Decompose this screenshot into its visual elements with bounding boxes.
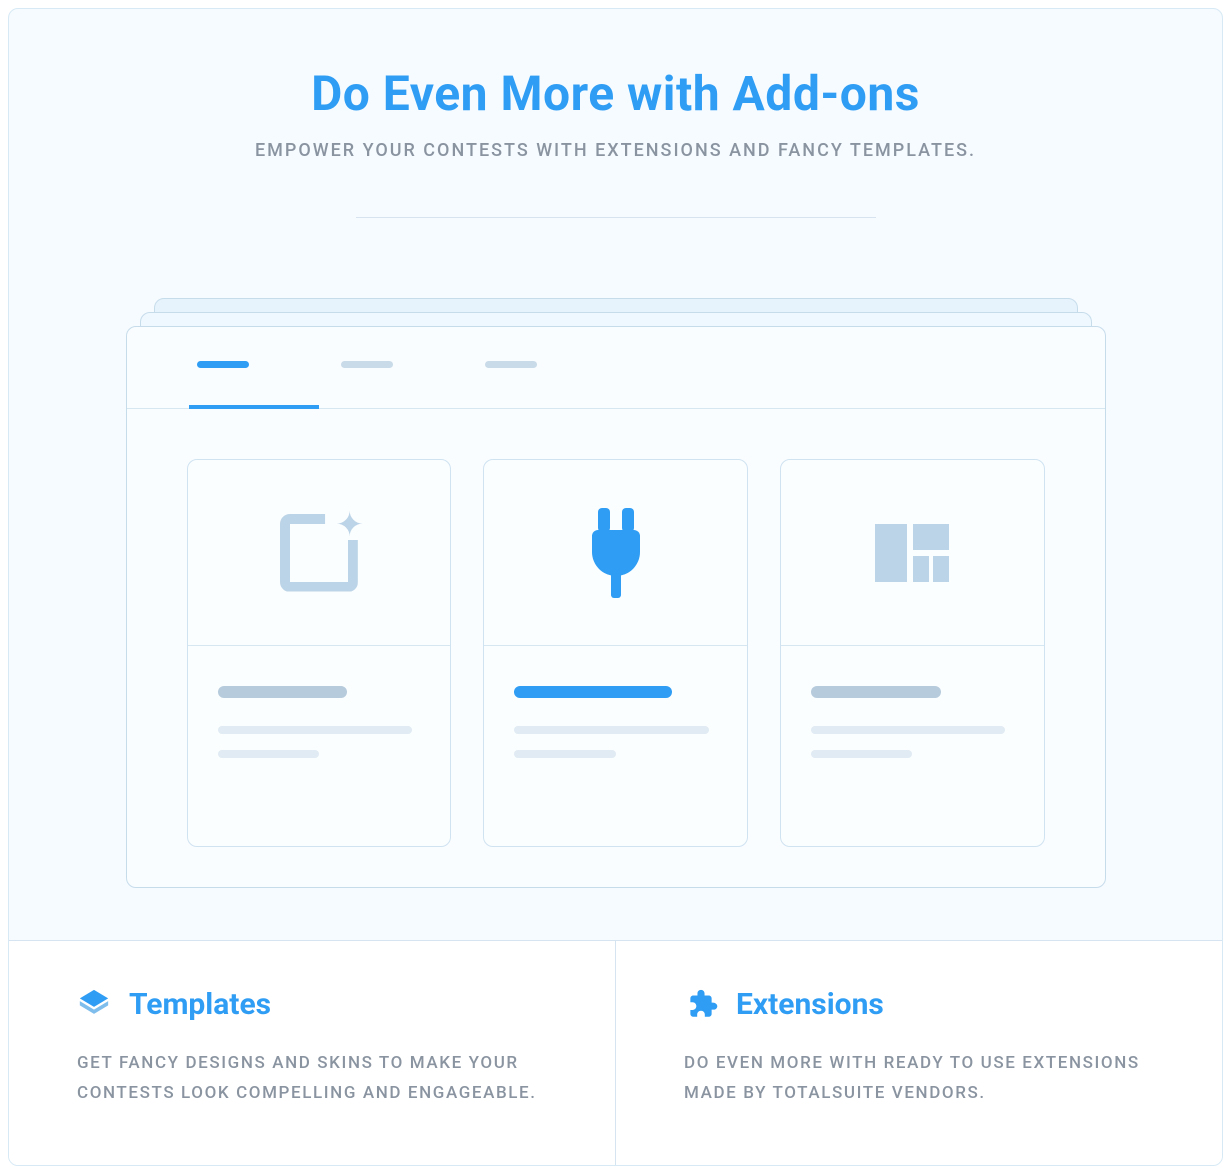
header: Do Even More with Add-ons EMPOWER YOUR C… bbox=[9, 9, 1222, 161]
layers-icon bbox=[77, 987, 111, 1021]
mockup-front-layer: ✦ bbox=[126, 326, 1106, 888]
feature-templates: Templates GET FANCY DESIGNS AND SKINS TO… bbox=[9, 941, 616, 1165]
dashboard-icon bbox=[875, 524, 949, 582]
mockup-tab bbox=[339, 357, 413, 408]
feature-row: Templates GET FANCY DESIGNS AND SKINS TO… bbox=[9, 940, 1222, 1165]
placeholder-bar bbox=[811, 686, 941, 698]
mockup-card bbox=[780, 459, 1045, 847]
puzzle-icon bbox=[684, 987, 718, 1021]
promo-panel: Do Even More with Add-ons EMPOWER YOUR C… bbox=[8, 8, 1223, 1166]
feature-title: Templates bbox=[129, 987, 271, 1022]
placeholder-bar bbox=[514, 750, 615, 758]
feature-description: GET FANCY DESIGNS AND SKINS TO MAKE YOUR… bbox=[77, 1048, 563, 1109]
page-title: Do Even More with Add-ons bbox=[9, 65, 1222, 122]
mockup-cards: ✦ bbox=[127, 409, 1105, 887]
placeholder-bar bbox=[514, 726, 709, 734]
mockup-tabbar bbox=[127, 327, 1105, 409]
plug-icon bbox=[586, 508, 646, 598]
feature-description: DO EVEN MORE WITH READY TO USE EXTENSION… bbox=[684, 1048, 1170, 1109]
placeholder-bar bbox=[811, 750, 912, 758]
feature-extensions: Extensions DO EVEN MORE WITH READY TO US… bbox=[616, 941, 1222, 1165]
page-subtitle: EMPOWER YOUR CONTESTS WITH EXTENSIONS AN… bbox=[9, 140, 1222, 161]
divider bbox=[356, 217, 876, 218]
mockup-tab bbox=[483, 357, 557, 408]
mockup-tab-active bbox=[195, 357, 269, 408]
mockup-card bbox=[483, 459, 748, 847]
placeholder-bar bbox=[811, 726, 1006, 734]
placeholder-bar bbox=[218, 686, 348, 698]
sparkle-icon: ✦ bbox=[280, 514, 358, 592]
placeholder-bar bbox=[218, 726, 413, 734]
browser-mockup: ✦ bbox=[126, 298, 1106, 888]
placeholder-bar bbox=[514, 686, 672, 698]
mockup-card: ✦ bbox=[187, 459, 452, 847]
feature-title: Extensions bbox=[736, 987, 884, 1022]
placeholder-bar bbox=[218, 750, 319, 758]
